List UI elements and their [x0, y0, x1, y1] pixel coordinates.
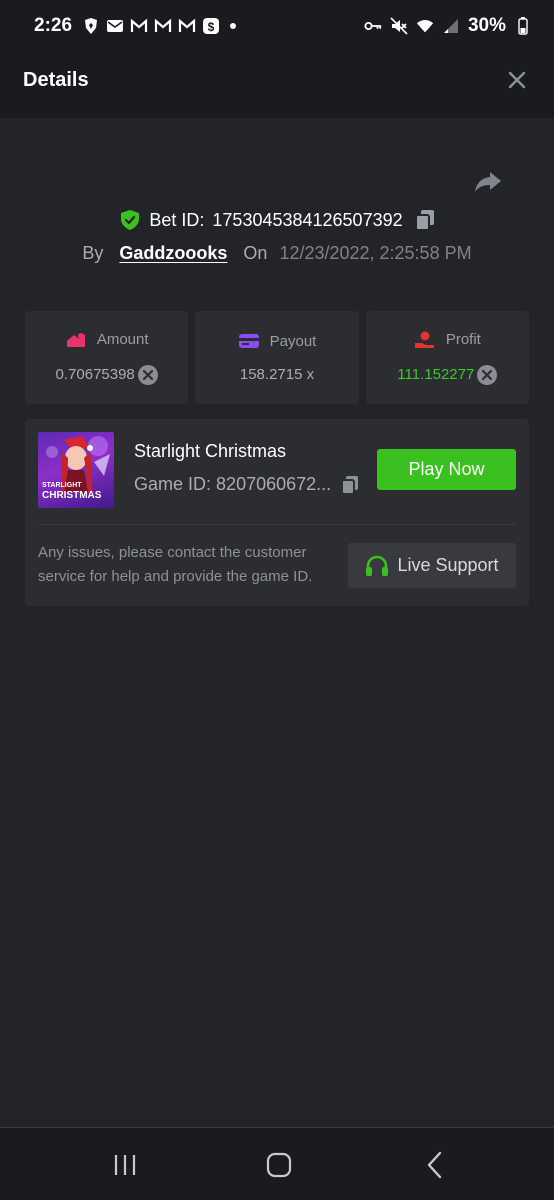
more-notifications-dot: [230, 23, 237, 29]
system-icons: 30%: [364, 15, 532, 37]
back-icon: [427, 1151, 442, 1179]
stat-value: 111.152277: [397, 366, 475, 383]
wifi-icon: [416, 17, 434, 35]
close-icon: [508, 71, 526, 89]
share-button[interactable]: [472, 166, 504, 198]
close-button[interactable]: [503, 66, 531, 94]
notification-icons: $: [82, 17, 220, 35]
gmail-icon: [154, 17, 172, 35]
copy-icon: [414, 210, 434, 231]
recent-apps-button[interactable]: [110, 1150, 140, 1180]
brave-icon: [82, 17, 100, 35]
thumb-text-line1: STARLIGHT: [42, 482, 82, 489]
game-id-row: Game ID: 8207060672...: [134, 474, 359, 495]
verified-shield-icon: [121, 210, 140, 230]
recent-apps-icon: [114, 1155, 136, 1175]
copy-game-id-button[interactable]: [341, 475, 359, 495]
amount-icon: [66, 332, 85, 347]
divider: [38, 524, 516, 525]
stat-label: Amount: [96, 331, 149, 348]
copy-bet-id-button[interactable]: [414, 209, 435, 231]
status-time: 2:26: [34, 15, 73, 36]
thumb-text-line2: CHRISTMAS: [42, 490, 102, 501]
bet-id-row: Bet ID: 1753045384126507392: [0, 204, 554, 236]
key-icon: [364, 17, 382, 35]
cashapp-icon: $: [202, 17, 220, 35]
share-icon: [475, 172, 501, 192]
mute-icon: [390, 17, 408, 35]
currency-coin-icon: [137, 364, 158, 385]
card-icon: [238, 334, 259, 348]
stat-value: 0.70675398: [55, 366, 135, 383]
game-thumbnail[interactable]: STARLIGHT CHRISTMAS: [38, 432, 114, 508]
battery-icon: [514, 17, 532, 35]
help-text: Any issues, please contact the customer …: [38, 544, 313, 585]
home-button[interactable]: [264, 1150, 294, 1180]
bet-stats: Amount 0.70675398 Payout 158.2715 x Prof…: [25, 311, 529, 404]
mail-icon: [106, 17, 124, 35]
bet-date: 12/23/2022, 2:25:58 PM: [279, 242, 472, 263]
page-title: Details: [23, 68, 89, 91]
stat-card-payout: Payout 158.2715 x: [195, 311, 359, 404]
gmail-icon: [130, 17, 148, 35]
gmail-icon: [178, 17, 196, 35]
by-label: By: [82, 242, 104, 263]
game-card: STARLIGHT CHRISTMAS Starlight Christmas …: [25, 419, 529, 606]
back-button[interactable]: [420, 1150, 450, 1180]
battery-percent: 30%: [467, 15, 506, 36]
headset-icon: [366, 555, 389, 576]
profit-icon: [414, 331, 434, 348]
stat-label: Payout: [269, 332, 317, 350]
svg-text:$: $: [208, 20, 215, 34]
home-icon: [266, 1152, 292, 1178]
stat-label: Profit: [445, 331, 481, 348]
on-label: On: [243, 242, 268, 263]
live-support-label: Live Support: [397, 555, 499, 575]
signal-icon: [442, 17, 460, 35]
stat-value: 158.2715 x: [239, 365, 315, 383]
game-id-label: Game ID:: [134, 474, 212, 494]
bet-meta-row: By Gaddzoooks On 12/23/2022, 2:25:58 PM: [0, 238, 554, 268]
game-id-value: 8207060672...: [216, 474, 332, 494]
stat-card-profit: Profit 111.152277: [365, 311, 529, 404]
live-support-button[interactable]: Live Support: [348, 543, 516, 588]
bet-id-label: Bet ID:: [149, 209, 205, 230]
copy-icon: [341, 475, 359, 495]
system-nav-bar: [0, 1127, 554, 1200]
currency-coin-icon: [477, 364, 498, 385]
game-name: Starlight Christmas: [134, 441, 287, 461]
details-header: Details: [0, 42, 554, 118]
stat-card-amount: Amount 0.70675398: [25, 311, 189, 404]
username-link[interactable]: Gaddzoooks: [119, 243, 227, 264]
play-now-button[interactable]: Play Now: [377, 449, 516, 490]
bet-id-value: 1753045384126507392: [212, 209, 403, 230]
